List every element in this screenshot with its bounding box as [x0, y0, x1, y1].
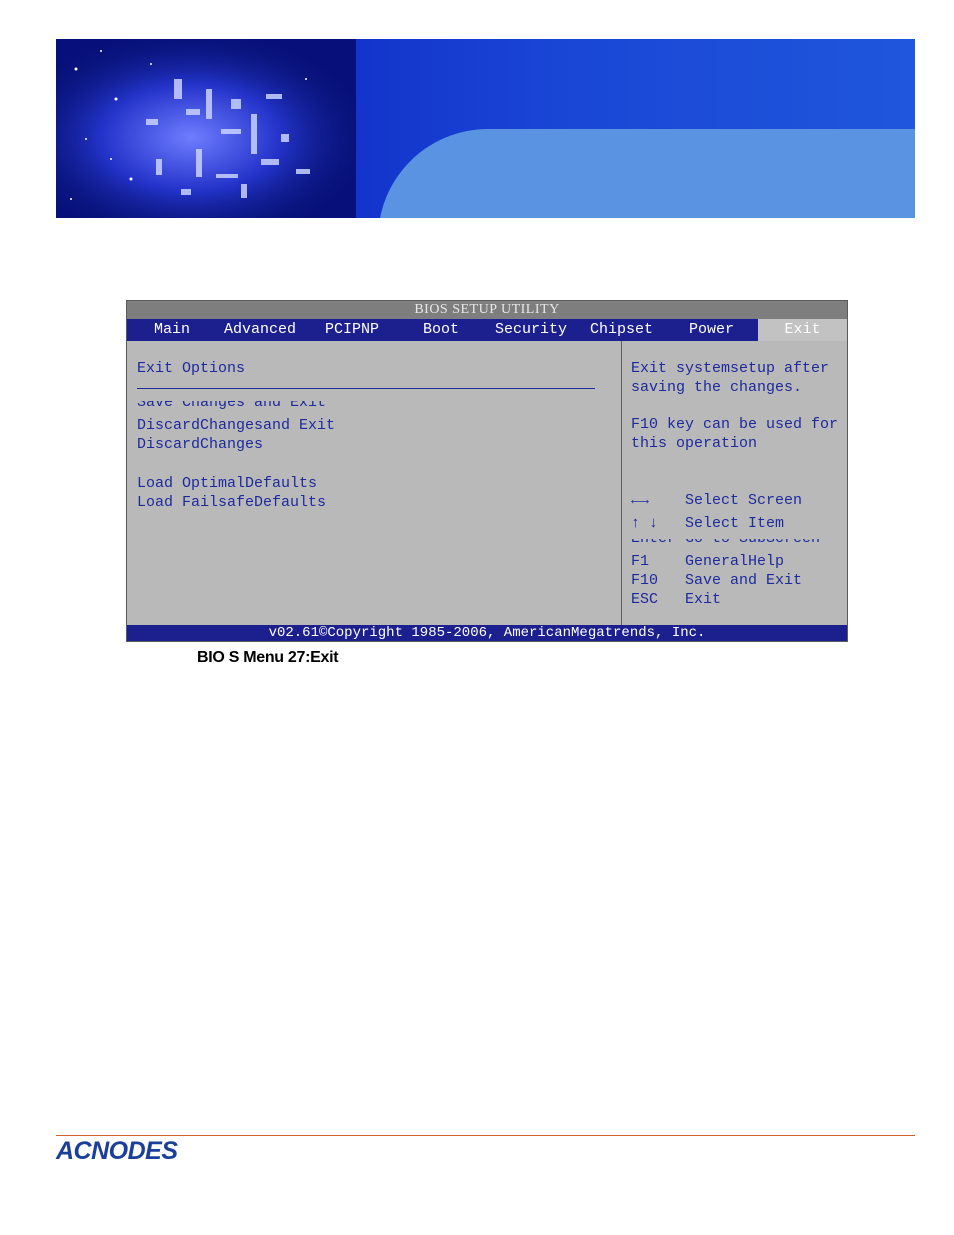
- key-f10: F10: [631, 572, 659, 589]
- help-line-4: this operation: [631, 435, 758, 452]
- key-select-screen: Select Screen: [685, 492, 803, 509]
- help-line-2: saving the changes.: [631, 379, 803, 396]
- bios-screen: BIOS SETUP UTILITY Main Advanced PCIPNP …: [126, 300, 848, 642]
- bios-copyright: v02.61©Copyright 1985-2006, AmericanMega…: [127, 625, 847, 641]
- arrows-left-right-icon: ←→: [631, 492, 650, 509]
- tab-pcipnp[interactable]: PCIPNP: [325, 319, 379, 341]
- tab-exit[interactable]: Exit: [758, 319, 847, 341]
- key-exit: Exit: [685, 591, 722, 608]
- section-title: Exit Options: [137, 360, 246, 377]
- option-save-changes-and-exit[interactable]: Save Changes and Exit: [137, 401, 326, 412]
- tab-chipset[interactable]: Chipset: [590, 319, 653, 341]
- option-load-failsafe-defaults[interactable]: Load FailsafeDefaults: [137, 494, 326, 512]
- option-load-optimal-defaults[interactable]: Load OptimalDefaults: [137, 475, 317, 493]
- tab-main[interactable]: Main: [154, 319, 190, 341]
- figure-caption: BIO S Menu 27:Exit: [197, 649, 339, 666]
- banner-swoosh: [378, 129, 915, 218]
- option-discard-changes[interactable]: DiscardChanges: [137, 436, 263, 454]
- tab-boot[interactable]: Boot: [423, 319, 459, 341]
- key-f1: F1: [631, 553, 650, 570]
- help-line-3: F10 key can be used for: [631, 416, 839, 433]
- acnodes-logo: ACNODES: [56, 1137, 178, 1165]
- tab-advanced[interactable]: Advanced: [224, 319, 296, 341]
- key-esc: ESC: [631, 591, 659, 608]
- key-select-item: Select Item: [685, 515, 785, 532]
- option-save-changes-and-exit-wrapper: Save Changes and Exit: [137, 401, 437, 414]
- circuit-board-image: [56, 39, 356, 218]
- option-discard-changes-and-exit[interactable]: DiscardChangesand Exit: [137, 417, 335, 435]
- help-line-1: Exit systemsetup after: [631, 360, 830, 377]
- key-go-to-subscreen: Go to SubScreen: [685, 539, 820, 548]
- tab-power[interactable]: Power: [689, 319, 734, 341]
- header-banner: [56, 39, 915, 218]
- bios-title: BIOS SETUP UTILITY: [127, 301, 847, 319]
- tab-security[interactable]: Security: [495, 319, 567, 341]
- key-save-and-exit: Save and Exit: [685, 572, 803, 589]
- section-separator: [137, 388, 595, 389]
- bios-tab-bar: Main Advanced PCIPNP Boot Security Chips…: [127, 319, 847, 341]
- panel-divider: [621, 341, 622, 625]
- arrows-up-down-icon: ↑ ↓: [631, 515, 659, 532]
- key-enter: Enter: [631, 539, 676, 548]
- footer-rule: [56, 1135, 915, 1136]
- key-general-help: GeneralHelp: [685, 553, 785, 570]
- key-enter-row-wrapper: Enter Go to SubScreen: [631, 539, 841, 548]
